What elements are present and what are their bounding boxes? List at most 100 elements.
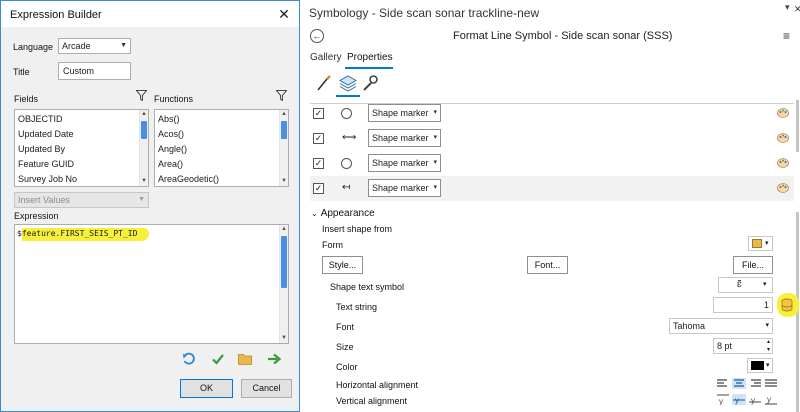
layer-visibility-checkbox[interactable]: ✓ xyxy=(313,183,324,194)
layer-type-value: Shape marker xyxy=(372,183,429,193)
scroll-up-icon[interactable]: ▲ xyxy=(280,225,288,234)
function-list-item[interactable]: Angle() xyxy=(155,142,288,157)
tab-gallery[interactable]: Gallery xyxy=(310,52,342,63)
scroll-thumb[interactable] xyxy=(141,121,147,139)
appearance-section-header[interactable]: ⌄ Appearance xyxy=(311,208,375,219)
language-select[interactable]: Arcade ▼ xyxy=(58,38,131,54)
functions-list[interactable]: Abs() Acos() Angle() Area() AreaGeodetic() ▲… xyxy=(154,109,289,187)
close-icon[interactable]: ✕ xyxy=(273,5,295,23)
layer-type-select[interactable]: Shape marker ▾ xyxy=(368,154,441,172)
chevron-down-icon: ▼ xyxy=(138,196,145,203)
pane-scrollbar[interactable] xyxy=(796,100,800,412)
function-list-item[interactable]: Area() xyxy=(155,157,288,172)
align-justify-icon[interactable] xyxy=(764,378,778,389)
back-arrow-icon[interactable]: ← xyxy=(310,29,324,43)
symbol-layer-row[interactable]: ✓ Shape marker ▾ xyxy=(310,151,794,176)
title-input[interactable]: Custom xyxy=(58,62,131,80)
align-baseline-icon[interactable]: y xyxy=(748,394,762,405)
scroll-down-icon[interactable]: ▼ xyxy=(280,334,288,343)
function-list-item[interactable]: Acos() xyxy=(155,127,288,142)
wrench-icon[interactable] xyxy=(360,73,380,93)
layers-icon[interactable] xyxy=(338,73,358,93)
filter-icon[interactable] xyxy=(136,90,147,101)
expression-scrollbar[interactable]: ▲ ▼ xyxy=(279,225,288,343)
palette-icon[interactable] xyxy=(777,132,789,144)
expression-label: Expression xyxy=(14,211,59,221)
open-folder-icon[interactable] xyxy=(238,353,253,365)
circle-marker-icon xyxy=(341,108,352,119)
color-picker[interactable]: ▾ xyxy=(747,358,773,373)
field-list-item[interactable]: Updated Date xyxy=(15,127,148,142)
font-select[interactable]: Tahoma ▾ xyxy=(669,318,773,334)
align-center-icon[interactable] xyxy=(732,378,746,389)
tab-properties[interactable]: Properties xyxy=(347,52,393,63)
layer-visibility-checkbox[interactable]: ✓ xyxy=(313,158,324,169)
functions-rows: Abs() Acos() Angle() Area() AreaGeodetic() xyxy=(155,110,288,187)
function-list-item[interactable]: AreaGeodetic() xyxy=(155,172,288,187)
symbol-layer-row[interactable]: ✓ Shape marker ▾ xyxy=(310,101,794,126)
form-picker[interactable]: ▾ xyxy=(748,236,773,251)
scroll-thumb[interactable] xyxy=(281,236,287,288)
ok-button[interactable]: OK xyxy=(180,379,233,398)
verify-checkmark-icon[interactable] xyxy=(211,352,225,366)
palette-icon[interactable] xyxy=(777,157,789,169)
field-list-item[interactable]: Survey Job No xyxy=(15,172,148,187)
scroll-up-icon[interactable]: ▲ xyxy=(140,110,148,119)
scroll-down-icon[interactable]: ▼ xyxy=(140,177,148,186)
insert-shape-from-label: Insert shape from xyxy=(322,224,393,234)
menu-icon[interactable]: ≡ xyxy=(783,29,790,43)
size-input[interactable]: 8 pt ▴ ▾ xyxy=(713,338,773,354)
layer-type-select[interactable]: Shape marker ▾ xyxy=(368,129,441,147)
symbol-layer-row[interactable]: ✓ ⟷ Shape marker ▾ xyxy=(310,126,794,151)
stepper-icon[interactable]: ▴ ▾ xyxy=(767,338,770,354)
dialog-title: Expression Builder xyxy=(10,9,102,21)
align-top-icon[interactable]: y xyxy=(716,394,730,405)
brush-icon[interactable] xyxy=(314,73,334,93)
database-expression-icon[interactable] xyxy=(781,298,793,312)
functions-scrollbar[interactable]: ▲ ▼ xyxy=(279,110,288,186)
glyph-preview-icon: ɛ̃ xyxy=(737,279,742,290)
palette-icon[interactable] xyxy=(777,182,789,194)
layer-visibility-checkbox[interactable]: ✓ xyxy=(313,133,324,144)
scroll-thumb[interactable] xyxy=(796,100,799,152)
export-arrow-icon[interactable] xyxy=(267,352,281,366)
field-list-item[interactable]: Updated By xyxy=(15,142,148,157)
layer-type-select[interactable]: Shape marker ▾ xyxy=(368,179,441,197)
layer-visibility-checkbox[interactable]: ✓ xyxy=(313,108,324,119)
shape-text-symbol-label: Shape text symbol xyxy=(330,282,405,292)
function-list-item[interactable]: Abs() xyxy=(155,112,288,127)
scroll-up-icon[interactable]: ▲ xyxy=(280,110,288,119)
layer-type-select[interactable]: Shape marker ▾ xyxy=(368,104,441,122)
expression-editor[interactable]: $feature.FIRST_SEIS_PT_ID ▲ ▼ xyxy=(14,224,289,344)
field-list-item[interactable]: OBJECTID xyxy=(15,112,148,127)
insert-values-select[interactable]: Insert Values ▼ xyxy=(14,192,149,208)
scroll-thumb[interactable] xyxy=(281,121,287,139)
dialog-title-bar[interactable]: Expression Builder ✕ xyxy=(1,1,299,27)
text-string-input[interactable]: 1 xyxy=(713,297,773,313)
svg-text:y: y xyxy=(719,397,723,405)
font-button[interactable]: Font... xyxy=(527,256,568,274)
scroll-down-icon[interactable]: ▼ xyxy=(280,177,288,186)
palette-icon[interactable] xyxy=(777,107,789,119)
chevron-down-icon: ▾ xyxy=(433,109,437,116)
align-bottom-icon[interactable]: y xyxy=(764,394,778,405)
pane-options-icon[interactable]: ▾ xyxy=(785,2,790,13)
undo-icon[interactable] xyxy=(182,352,196,366)
font-value: Tahoma xyxy=(673,321,706,331)
collapse-chevron-icon[interactable]: ⌄ xyxy=(311,209,318,218)
file-button[interactable]: File... xyxy=(733,256,773,274)
close-icon[interactable]: ✕ xyxy=(794,4,800,15)
align-right-icon[interactable] xyxy=(748,378,762,389)
style-button[interactable]: Style... xyxy=(322,256,363,274)
shape-text-symbol-picker[interactable]: ɛ̃ ▾ xyxy=(718,277,773,293)
field-list-item[interactable]: Feature GUID xyxy=(15,157,148,172)
cancel-button[interactable]: Cancel xyxy=(241,379,292,398)
align-middle-icon[interactable]: y xyxy=(732,394,746,405)
filter-icon[interactable] xyxy=(276,90,287,101)
fields-list[interactable]: OBJECTID Updated Date Updated By Feature GU… xyxy=(14,109,149,187)
form-label: Form xyxy=(322,240,343,250)
fields-scrollbar[interactable]: ▲ ▼ xyxy=(139,110,148,186)
arrow-marker-icon: ⟷ xyxy=(342,132,357,143)
symbol-layer-row-selected[interactable]: ✓ ↤ Shape marker ▾ xyxy=(310,176,794,201)
align-left-icon[interactable] xyxy=(716,378,730,389)
